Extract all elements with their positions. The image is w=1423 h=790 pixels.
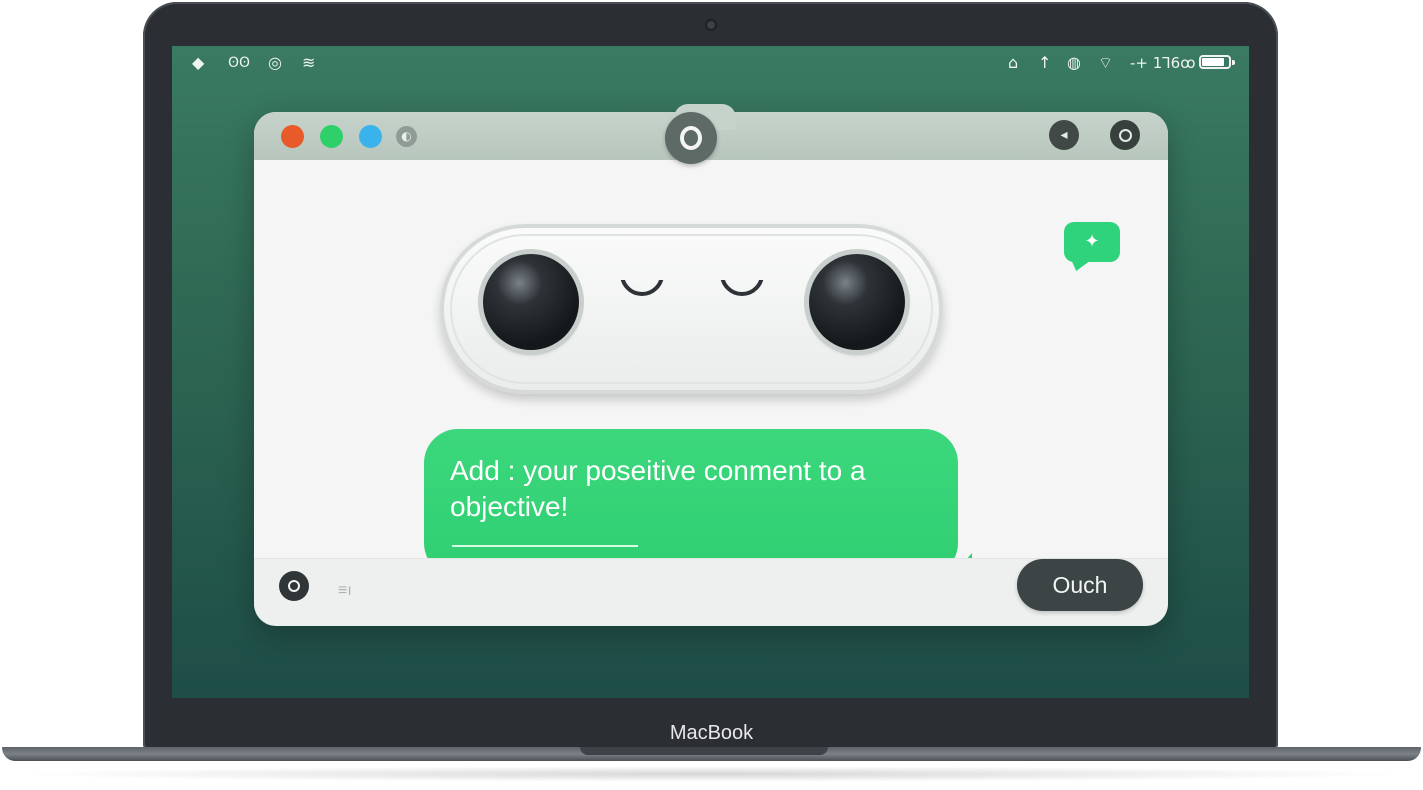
robot-face [440,224,943,394]
message-bubble: Add : your poseitive conment to a object… [424,429,972,579]
desktop-screen: ◆ ʘʘ ◎ ≋ ⌂ ↑ ◍ ⌔ -+ 1Ꞁ6ꝏ ◐ ◂ ✦ Add: you… [172,46,1249,698]
message-underline [452,545,638,547]
eyes-icon[interactable]: ʘʘ [228,54,250,72]
clock-text[interactable]: -+ 1Ꞁ6ꝏ [1130,54,1195,72]
home-icon[interactable]: ⌂ [1008,54,1018,72]
brand-label: MacBook [669,722,754,744]
battery-cap [1232,60,1235,65]
robot-left-smile [620,280,668,302]
chat-badge[interactable]: ✦ [1064,222,1120,262]
input-bar: Ouch [254,558,1168,626]
battery-fill [1202,58,1224,66]
send-button[interactable]: Ouch [1017,559,1143,611]
camera-icon[interactable] [665,112,717,164]
diamond-icon[interactable]: ◆ [192,54,204,72]
laptop-notch [580,747,828,755]
battery-icon[interactable] [1199,55,1235,69]
record-icon[interactable] [1110,120,1140,150]
volume-icon[interactable]: ◂ [1049,120,1079,150]
sparkle-icon: ✦ [1084,231,1100,252]
close-button[interactable] [281,125,304,148]
laptop-shadow [10,766,1413,782]
robot-right-eye [809,254,905,350]
wifi-status-icon[interactable]: ⌔ [1098,54,1113,72]
robot-left-eye [483,254,579,350]
upload-icon[interactable]: ↑ [1038,54,1051,72]
message-text: Add : your poseitive conment to a object… [450,455,866,522]
webcam [707,21,715,29]
wifi-icon[interactable]: ≋ [302,54,315,72]
chat-window: ◐ ◂ ✦ Add : your poseitive conment to a … [254,104,1168,626]
maximize-button[interactable] [320,125,343,148]
mic-icon[interactable]: ◍ [1067,54,1081,72]
attach-icon[interactable] [279,571,309,601]
robot-right-smile [720,280,768,302]
focus-icon[interactable]: ◎ [268,54,282,72]
message-input[interactable] [326,561,1030,621]
extra-window-button[interactable]: ◐ [396,126,417,147]
menu-bar: ◆ ʘʘ ◎ ≋ ⌂ ↑ ◍ ⌔ -+ 1Ꞁ6ꝏ [172,46,1249,80]
minimize-button[interactable] [359,125,382,148]
